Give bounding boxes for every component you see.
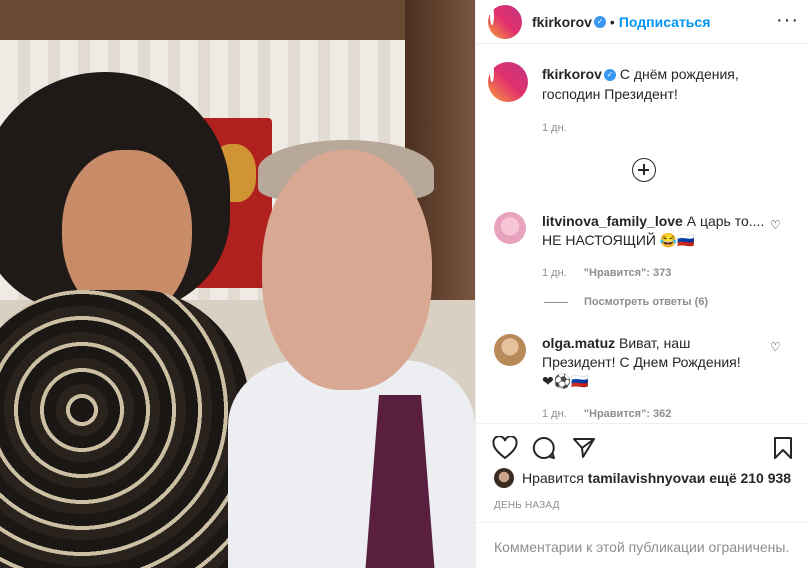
load-more-comments-icon[interactable] <box>632 158 656 182</box>
caption-username[interactable]: fkirkorov <box>542 66 602 82</box>
comment-body: litvinova_family_love А царь то.... НЕ Н… <box>542 212 774 283</box>
post-time[interactable]: ДЕНЬ НАЗАД <box>494 500 560 511</box>
comment-avatar[interactable] <box>494 212 526 244</box>
comment-bubble-icon[interactable] <box>532 436 556 460</box>
likes-prefix: Нравится <box>522 470 584 486</box>
view-replies-button[interactable]: Посмотреть ответы (6) <box>544 296 708 308</box>
post-header: fkirkorov ✓ • Подписаться ··· <box>476 0 810 44</box>
comment-item: olga.matuz Виват, наш Президент! С Днем … <box>494 334 794 424</box>
save-bookmark-icon[interactable] <box>772 436 794 460</box>
comments-limited-notice: Комментарии к этой публикации ограничены… <box>476 522 810 568</box>
share-paper-plane-icon[interactable] <box>572 436 596 460</box>
comment-text-line1: А царь то.... <box>682 213 765 229</box>
comment-time[interactable]: 1 дн. <box>542 408 567 420</box>
instagram-post: fkirkorov ✓ • Подписаться ··· fkirkorov ✓… <box>0 0 810 568</box>
liker-avatar[interactable] <box>494 468 514 488</box>
caption-verified-icon: ✓ <box>603 69 616 82</box>
comment-likes[interactable]: "Нравится": 362 <box>584 408 672 420</box>
comment-username[interactable]: litvinova_family_love <box>542 213 683 229</box>
like-heart-icon[interactable] <box>492 436 518 460</box>
comment-like-heart-icon[interactable]: ♡ <box>770 340 781 354</box>
view-replies-label: Посмотреть ответы (6) <box>584 296 709 308</box>
comment-time[interactable]: 1 дн. <box>542 267 567 279</box>
photo-person-right-shirt <box>228 360 475 568</box>
post-photo[interactable] <box>0 0 475 568</box>
header-separator: • <box>609 13 615 30</box>
comment-meta: 1 дн. "Нравится": 373 <box>542 264 774 283</box>
comment-meta: 1 дн. "Нравится": 362 <box>542 405 774 424</box>
photo-person-left-body <box>0 290 250 568</box>
liker-username[interactable]: tamilavishnyova <box>588 470 697 486</box>
verified-icon: ✓ <box>593 15 606 28</box>
author-avatar[interactable] <box>488 4 522 39</box>
likes-count[interactable]: и ещё 210 938 <box>697 470 791 486</box>
more-horizontal-icon[interactable]: ··· <box>776 9 799 32</box>
post-side-panel: fkirkorov ✓ • Подписаться ··· fkirkorov ✓… <box>475 0 810 568</box>
header-user-block: fkirkorov ✓ • Подписаться <box>532 14 710 30</box>
post-caption: fkirkorov ✓ С днём рождения, господин Пре… <box>488 62 798 138</box>
comment-text-line3: ❤⚽🇷🇺 <box>542 373 589 389</box>
comment-item: litvinova_family_love А царь то.... НЕ Н… <box>494 212 794 283</box>
comment-like-heart-icon[interactable]: ♡ <box>770 218 781 232</box>
caption-author-avatar[interactable] <box>488 62 528 102</box>
comment-body: olga.matuz Виват, наш Президент! С Днем … <box>542 334 774 424</box>
post-action-bar <box>476 423 810 469</box>
comment-username[interactable]: olga.matuz <box>542 335 615 351</box>
comment-text-line2: НЕ НАСТОЯЩИЙ 😂🇷🇺 <box>542 232 695 248</box>
caption-text-line1: С днём рождения, <box>619 66 739 82</box>
comment-avatar[interactable] <box>494 334 526 366</box>
comment-likes[interactable]: "Нравится": 373 <box>584 267 672 279</box>
comment-text-line1: Виват, наш <box>615 335 691 351</box>
caption-text-line2: господин Президент! <box>542 86 678 102</box>
caption-time[interactable]: 1 дн. <box>542 118 739 138</box>
follow-button[interactable]: Подписаться <box>619 14 711 30</box>
comment-text-line2: Президент! С Днем Рождения! <box>542 354 741 370</box>
photo-wall-top <box>0 0 475 40</box>
photo-person-right-face <box>262 150 432 390</box>
author-username[interactable]: fkirkorov <box>532 14 592 30</box>
likes-summary: Нравится tamilavishnyova и ещё 210 938 <box>494 468 791 488</box>
view-replies-line <box>544 301 568 303</box>
caption-text-block: fkirkorov ✓ С днём рождения, господин Пре… <box>542 62 739 138</box>
